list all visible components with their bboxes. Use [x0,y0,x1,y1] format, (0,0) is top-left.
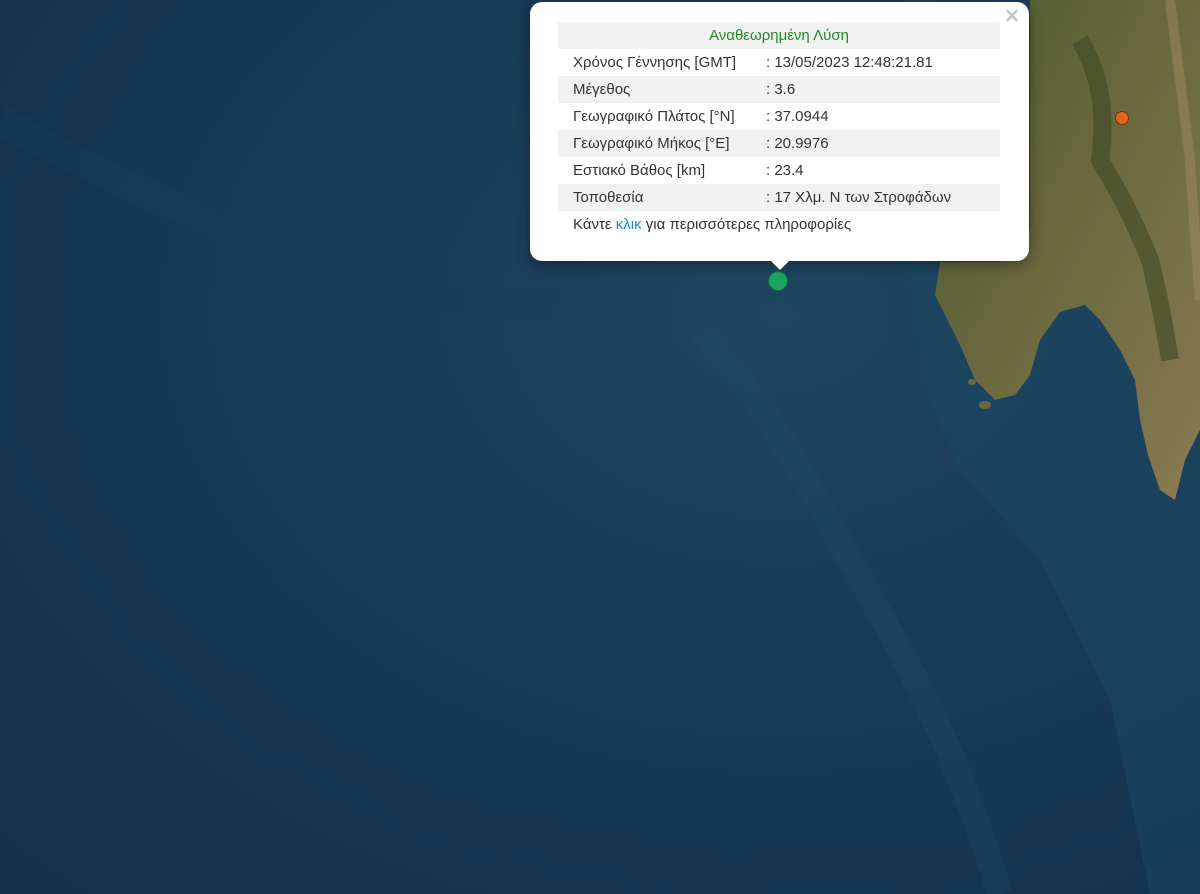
row-value: : 13/05/2023 12:48:21.81 [766,54,933,71]
table-row: Γεωγραφικό Πλάτος [°N] : 37.0944 [558,103,1000,130]
row-label: Γεωγραφικό Μήκος [°E] [573,135,730,152]
row-label: Χρόνος Γέννησης [GMT] [573,54,737,71]
island [979,401,991,409]
more-info-link[interactable]: κλικ [616,216,642,233]
table-row: Τοποθεσία : 17 Χλμ. Ν των Στροφάδων [558,184,1000,211]
popup-title: Αναθεωρημένη Λύση [558,22,1000,49]
row-value: : 20.9976 [766,135,829,152]
table-row: Χρόνος Γέννησης [GMT] : 13/05/2023 12:48… [558,49,1000,76]
close-icon[interactable]: × [1003,5,1021,25]
table-row: Γεωγραφικό Μήκος [°E] : 20.9976 [558,130,1000,157]
table-row: Μέγεθος : 3.6 [558,76,1000,103]
row-label: Γεωγραφικό Πλάτος [°N] [573,108,735,125]
more-info-suffix: για περισσότερες πληροφορίες [641,216,852,233]
island [968,379,976,385]
more-info-prefix: Κάντε [573,216,616,233]
row-label: Μέγεθος [573,81,631,98]
row-value: : 23.4 [766,162,804,179]
row-label: Εστιακό Βάθος [km] [573,162,706,179]
row-value: : 17 Χλμ. Ν των Στροφάδων [766,189,952,206]
more-info-line: Κάντε κλικ για περισσότερες πληροφορίες [558,211,1000,238]
table-row: Εστιακό Βάθος [km] : 23.4 [558,157,1000,184]
earthquake-info-popup: × Αναθεωρημένη Λύση Χρόνος Γέννησης [GMT… [530,2,1029,261]
earthquake-details-table: Αναθεωρημένη Λύση Χρόνος Γέννησης [GMT] … [558,22,1000,238]
earthquake-marker[interactable] [1115,111,1129,125]
popup-tip [765,255,795,270]
selected-earthquake-marker[interactable] [768,271,788,291]
row-value: : 37.0944 [766,108,829,125]
row-value: : 3.6 [766,81,796,98]
row-label: Τοποθεσία [573,189,644,206]
